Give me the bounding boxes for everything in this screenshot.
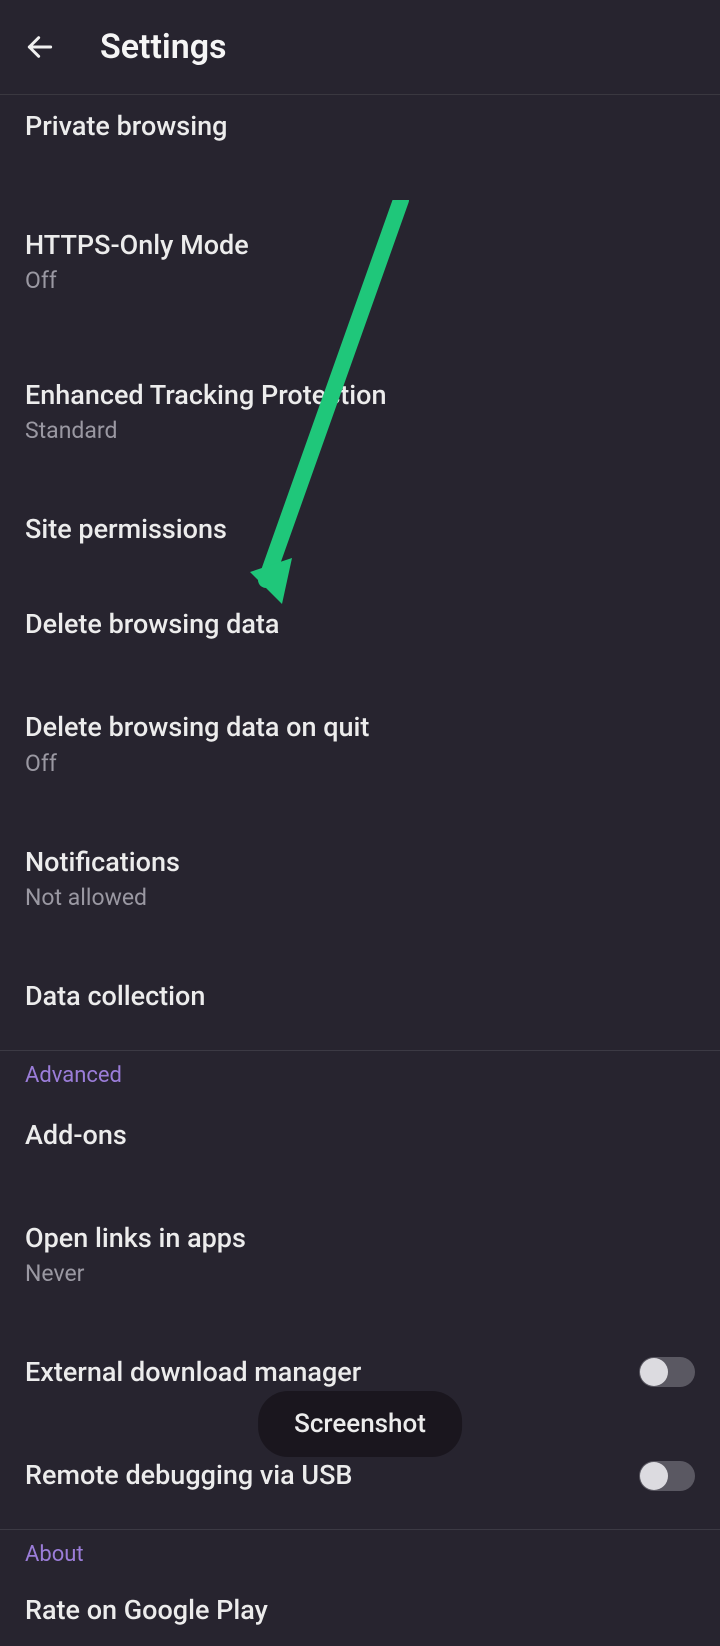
- page-title: Settings: [100, 27, 227, 67]
- setting-subtitle: Never: [25, 1260, 246, 1287]
- setting-title: Open links in apps: [25, 1221, 246, 1256]
- toggle-remote-debugging[interactable]: [639, 1461, 695, 1491]
- section-header-advanced: Advanced: [0, 1051, 720, 1100]
- toggle-external-download-manager[interactable]: [639, 1357, 695, 1387]
- header-bar: Settings: [0, 0, 720, 94]
- setting-delete-browsing-data-on-quit[interactable]: Delete browsing data on quit Off: [0, 692, 720, 794]
- setting-subtitle: Off: [25, 267, 249, 294]
- setting-rate-on-google-play[interactable]: Rate on Google Play: [0, 1579, 720, 1646]
- toast-screenshot: Screenshot: [258, 1391, 462, 1457]
- setting-add-ons[interactable]: Add-ons: [0, 1100, 720, 1171]
- setting-title: Notifications: [25, 845, 180, 880]
- setting-title: Rate on Google Play: [25, 1593, 268, 1628]
- setting-https-only-mode[interactable]: HTTPS-Only Mode Off: [0, 210, 720, 312]
- back-icon[interactable]: [20, 27, 60, 67]
- setting-title: Site permissions: [25, 512, 227, 547]
- setting-site-permissions[interactable]: Site permissions: [0, 494, 720, 565]
- setting-title: External download manager: [25, 1355, 361, 1390]
- setting-delete-browsing-data[interactable]: Delete browsing data: [0, 589, 720, 660]
- setting-subtitle: Off: [25, 750, 369, 777]
- toast-text: Screenshot: [294, 1409, 426, 1439]
- section-header-about: About: [0, 1530, 720, 1579]
- setting-title: Private browsing: [25, 109, 227, 144]
- setting-title: Data collection: [25, 979, 205, 1014]
- setting-data-collection[interactable]: Data collection: [0, 961, 720, 1032]
- setting-title: HTTPS-Only Mode: [25, 228, 249, 263]
- setting-title: Add-ons: [25, 1118, 127, 1153]
- setting-title: Remote debugging via USB: [25, 1458, 352, 1493]
- setting-title: Enhanced Tracking Protection: [25, 378, 386, 413]
- setting-subtitle: Standard: [25, 417, 386, 444]
- setting-title: Delete browsing data: [25, 607, 279, 642]
- setting-open-links-in-apps[interactable]: Open links in apps Never: [0, 1203, 720, 1305]
- setting-notifications[interactable]: Notifications Not allowed: [0, 827, 720, 929]
- setting-subtitle: Not allowed: [25, 884, 180, 911]
- setting-title: Delete browsing data on quit: [25, 710, 369, 745]
- setting-enhanced-tracking-protection[interactable]: Enhanced Tracking Protection Standard: [0, 360, 720, 462]
- setting-private-browsing[interactable]: Private browsing: [0, 95, 720, 162]
